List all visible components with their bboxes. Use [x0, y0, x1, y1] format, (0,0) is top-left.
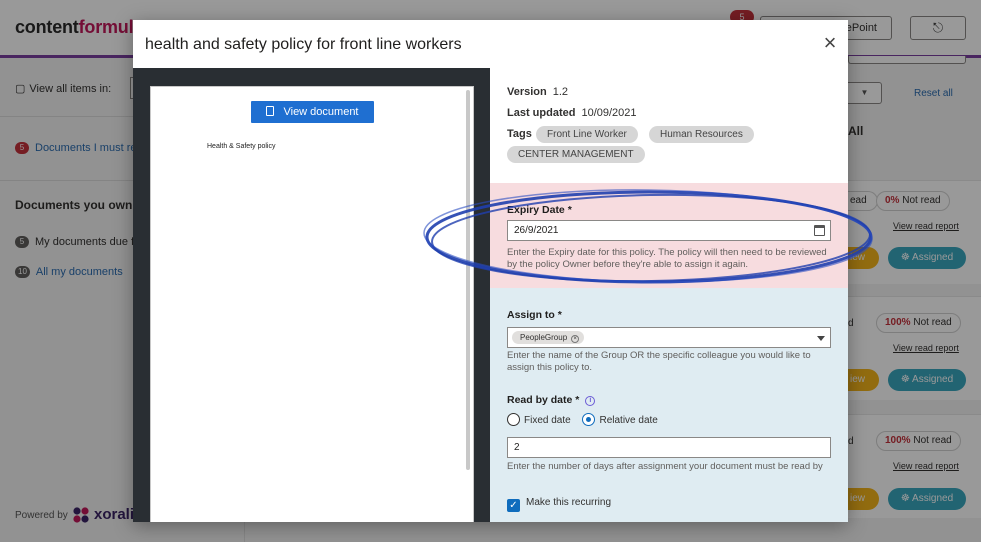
expiry-date-input[interactable]: 26/9/2021 — [507, 220, 831, 241]
last-updated-row: Last updated 10/09/2021 — [507, 107, 637, 119]
expiry-help-text: Enter the Expiry date for this policy. T… — [507, 247, 827, 270]
policy-modal: health and safety policy for front line … — [133, 20, 848, 522]
document-body-text: Health & Safety policy — [207, 143, 276, 150]
radio-circle-selected[interactable] — [582, 413, 596, 426]
document-page: View document Health & Safety policy — [150, 86, 474, 522]
document-viewer: View document Health & Safety policy — [133, 68, 490, 522]
expiry-date-label: Expiry Date * — [507, 204, 572, 216]
view-document-button[interactable]: View document — [251, 101, 374, 123]
relative-date-radio[interactable]: Relative date — [582, 413, 658, 426]
version-row: Version 1.2 — [507, 86, 569, 98]
assign-section: Assign to * PeopleGroup × Enter the name … — [490, 288, 848, 522]
checkmark-icon[interactable]: ✓ — [507, 499, 520, 512]
assign-to-label: Assign to * — [507, 309, 562, 321]
document-icon — [266, 106, 275, 116]
calendar-icon[interactable] — [814, 225, 825, 236]
make-recurring-checkbox[interactable]: ✓ Make this recurring — [507, 497, 611, 512]
read-by-date-label: Read by date * i — [507, 394, 596, 406]
fixed-date-radio[interactable]: Fixed date — [507, 413, 571, 426]
info-icon[interactable]: i — [585, 396, 596, 406]
remove-chip-icon[interactable]: × — [571, 335, 580, 343]
chevron-down-icon[interactable] — [817, 336, 825, 341]
tag-chip: Human Resources — [649, 126, 754, 143]
people-chip: PeopleGroup × — [512, 331, 585, 344]
close-icon[interactable]: × — [821, 32, 839, 54]
read-by-help-text: Enter the number of days after assignmen… — [507, 461, 823, 472]
tags-label: Tags — [507, 128, 532, 140]
policy-details-panel: Version 1.2 Last updated 10/09/2021 Tags F… — [490, 68, 848, 522]
viewer-scrollbar[interactable] — [466, 90, 470, 470]
expiry-section: Expiry Date * 26/9/2021 Enter the Expiry… — [490, 183, 848, 288]
tag-chip: Front Line Worker — [536, 126, 638, 143]
radio-circle[interactable] — [507, 413, 520, 426]
days-input[interactable]: 2 — [507, 437, 831, 458]
assign-to-picker[interactable]: PeopleGroup × — [507, 327, 831, 348]
tag-chip: CENTER MANAGEMENT — [507, 146, 645, 163]
assign-help-text: Enter the name of the Group OR the speci… — [507, 350, 811, 373]
modal-title: health and safety policy for front line … — [145, 36, 462, 53]
read-by-options: Fixed date Relative date — [507, 413, 658, 426]
